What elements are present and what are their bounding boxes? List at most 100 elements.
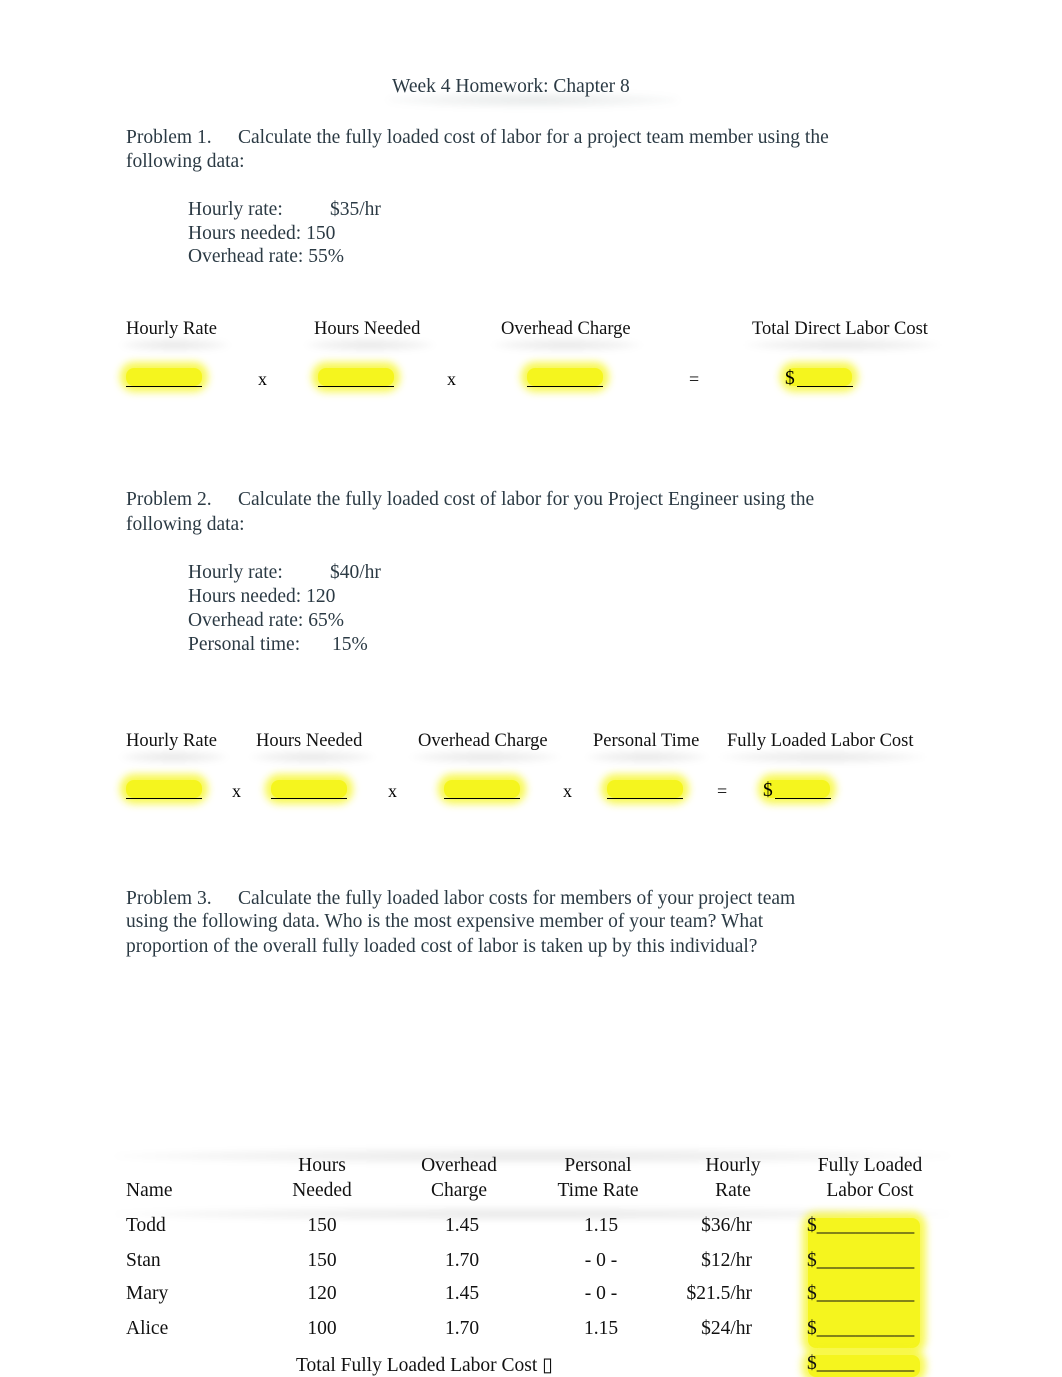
problem3-text-line3: proportion of the overall fully loaded c… [126, 936, 758, 957]
p2-overhead-charge-blank[interactable] [444, 798, 520, 799]
p1-header-total-direct-labor-cost: Total Direct Labor Cost [752, 319, 928, 339]
cell-hours: 100 [307, 1318, 337, 1339]
cell-hourly-rate: $21.5/hr [686, 1283, 752, 1304]
p2-hourly-rate-blank[interactable] [126, 798, 202, 799]
p2-hours-needed-blank[interactable] [271, 798, 347, 799]
problem1-text-line2: following data: [126, 151, 245, 172]
cell-overhead: 1.45 [444, 1215, 480, 1236]
p1-overhead-rate-value: 55% [308, 246, 344, 267]
p2-hours-needed: Hours needed: 120 [188, 586, 335, 608]
p2-header-hours-needed: Hours Needed [256, 731, 363, 751]
cell-name: Todd [126, 1215, 166, 1236]
cell-hours: 150 [307, 1250, 337, 1271]
p2-multiply-op-1: x [232, 781, 241, 801]
p1-header-shadow [745, 338, 940, 352]
p2-header-fully-loaded-labor-cost: Fully Loaded Labor Cost [727, 731, 914, 751]
p1-total-cost-blank[interactable] [797, 386, 853, 387]
p1-hourly-rate-value: $35/hr [330, 199, 381, 220]
p1-header-shadow [492, 338, 642, 352]
p1-equals-op: = [689, 369, 700, 389]
cell-fully-loaded-cost[interactable]: $__________ [807, 1215, 914, 1237]
table-header-personal-time-rate: Personal Time Rate [557, 1155, 639, 1201]
cell-fully-loaded-cost[interactable]: $__________ [807, 1250, 914, 1272]
p1-header-shadow [120, 338, 230, 352]
p2-hourly-rate-label: Hourly rate: [188, 562, 283, 583]
cell-hourly-rate: $36/hr [701, 1215, 752, 1236]
p1-dollar-sign: $ [785, 368, 795, 389]
p2-hourly-rate-value: $40/hr [330, 562, 381, 583]
cell-name: Alice [126, 1318, 169, 1339]
p1-hours-needed: Hours needed: 150 [188, 223, 335, 245]
cell-fully-loaded-cost[interactable]: $__________ [807, 1318, 914, 1340]
p1-multiply-op-2: x [447, 369, 456, 389]
p2-personal-time-label: Personal time: [188, 634, 301, 655]
p2-hours-needed-label: Hours needed: [188, 586, 302, 607]
table-header-fully-loaded-labor-cost: Fully Loaded Labor Cost [817, 1155, 923, 1201]
cell-fully-loaded-cost[interactable]: $__________ [807, 1283, 914, 1305]
problem3-text-line2: using the following data. Who is the mos… [126, 911, 764, 932]
p2-header-shadow [410, 750, 560, 764]
cell-hourly-rate: $24/hr [701, 1318, 752, 1339]
p2-header-hourly-rate: Hourly Rate [126, 731, 217, 751]
p2-header-overhead-charge: Overhead Charge [418, 731, 548, 751]
p2-dollar-sign: $ [763, 780, 773, 801]
p1-header-overhead-charge: Overhead Charge [501, 319, 631, 339]
p2-personal-time-blank[interactable] [607, 798, 683, 799]
p2-header-shadow [250, 750, 375, 764]
p2-highlight [126, 780, 202, 798]
p2-multiply-op-2: x [388, 781, 397, 801]
p1-header-shadow [305, 338, 435, 352]
p2-header-shadow [586, 750, 708, 764]
p1-highlight [527, 368, 603, 386]
cell-overhead: 1.45 [444, 1283, 480, 1304]
cell-name: Stan [126, 1250, 161, 1271]
p1-highlight [126, 368, 202, 386]
p2-personal-time-value: 15% [332, 634, 368, 655]
page-title: Week 4 Homework: Chapter 8 [392, 76, 630, 97]
p1-hours-needed-blank[interactable] [318, 386, 394, 387]
problem3-label: Problem 3. [126, 888, 212, 909]
p1-multiply-op-1: x [258, 369, 267, 389]
p2-header-shadow [720, 750, 925, 764]
p1-hourly-rate-blank[interactable] [126, 386, 202, 387]
cell-name: Mary [126, 1283, 169, 1304]
p2-highlight [444, 780, 520, 798]
p1-highlight [786, 368, 852, 386]
p2-highlight [271, 780, 347, 798]
p2-overhead-rate-label: Overhead rate: [188, 610, 304, 631]
p1-hours-needed-label: Hours needed: [188, 223, 302, 244]
p2-highlight [607, 780, 683, 798]
p1-overhead-rate-label: Overhead rate: [188, 246, 304, 267]
problem2-text-line2: following data: [126, 514, 245, 535]
cell-hours: 120 [307, 1283, 337, 1304]
p1-header-hourly-rate: Hourly Rate [126, 319, 217, 339]
cell-overhead: 1.70 [444, 1250, 480, 1271]
total-fully-loaded-cost[interactable]: $__________ [807, 1353, 914, 1375]
table-header-hours-needed: Hours Needed [292, 1155, 352, 1201]
p2-hours-needed-value: 120 [306, 586, 336, 607]
p1-overhead-rate: Overhead rate: 55% [188, 246, 344, 268]
p2-highlight [764, 780, 830, 798]
p2-overhead-rate-value: 65% [308, 610, 344, 631]
p2-multiply-op-3: x [563, 781, 572, 801]
problem1-text-line1: Calculate the fully loaded cost of labor… [238, 127, 829, 148]
cell-hourly-rate: $12/hr [701, 1250, 752, 1271]
table-header-name: Name [126, 1179, 173, 1201]
p1-hours-needed-value: 150 [306, 223, 336, 244]
p1-overhead-charge-blank[interactable] [527, 386, 603, 387]
table-header-hourly-rate: Hourly Rate [705, 1155, 761, 1201]
p2-equals-op: = [717, 781, 728, 801]
problem3-text-line1: Calculate the fully loaded labor costs f… [238, 888, 796, 909]
problem1-label: Problem 1. [126, 127, 212, 148]
p1-header-hours-needed: Hours Needed [314, 319, 421, 339]
total-label: Total Fully Loaded Labor Cost ▯ [296, 1355, 553, 1376]
problem2-text-line1: Calculate the fully loaded cost of labor… [238, 489, 815, 510]
p2-fully-loaded-cost-blank[interactable] [775, 798, 831, 799]
p2-overhead-rate: Overhead rate: 65% [188, 610, 344, 632]
cell-hours: 150 [307, 1215, 337, 1236]
p1-highlight [318, 368, 394, 386]
problem2-label: Problem 2. [126, 489, 212, 510]
table-header-overhead-charge: Overhead Charge [421, 1155, 497, 1201]
p1-hourly-rate-label: Hourly rate: [188, 199, 283, 220]
p2-header-personal-time: Personal Time [593, 731, 700, 751]
